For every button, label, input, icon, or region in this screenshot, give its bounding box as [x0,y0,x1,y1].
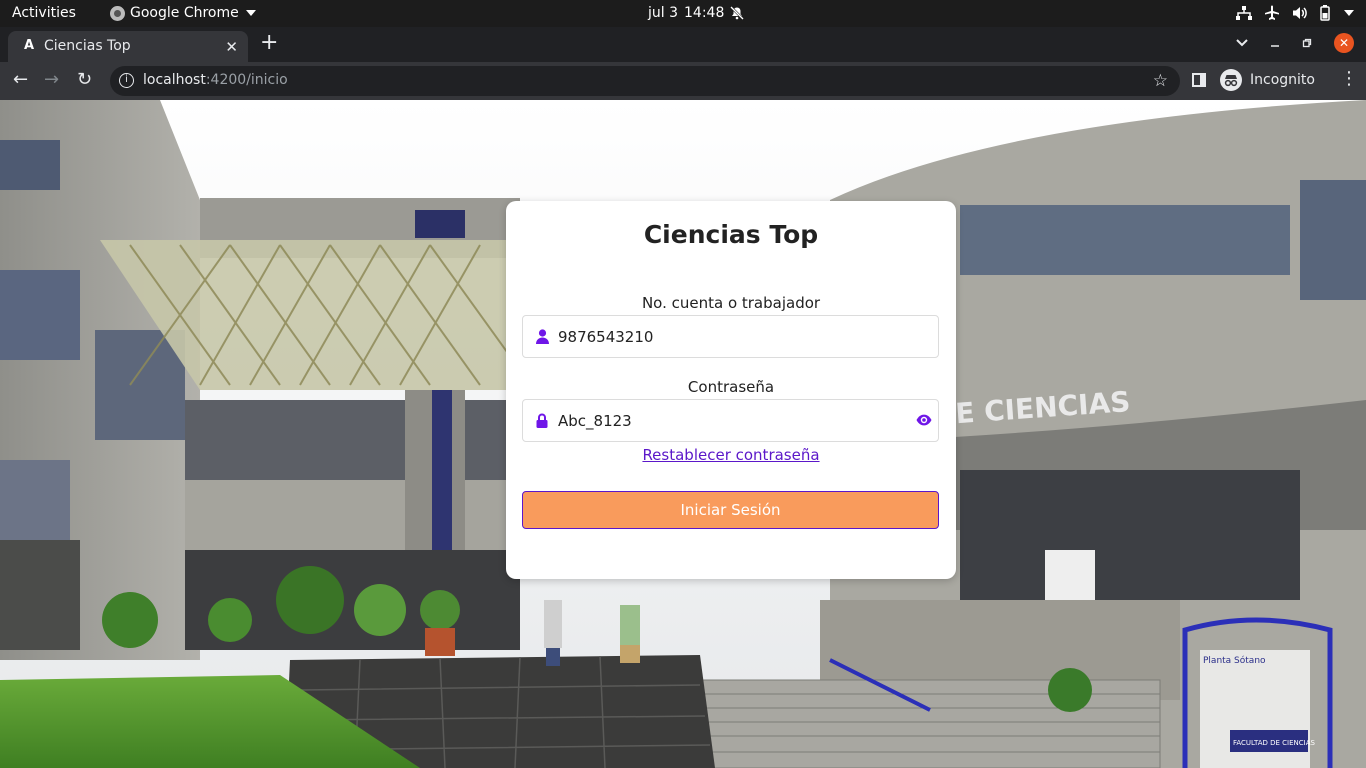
login-card: Ciencias Top No. cuenta o trabajador 987… [506,201,956,579]
new-tab-button[interactable]: + [260,32,278,54]
floor-sign-text: Planta Sótano [1203,655,1266,666]
battery-icon [1320,5,1330,21]
window-controls: ✕ [1236,33,1354,53]
restore-icon[interactable] [1302,38,1312,48]
user-icon [536,329,549,344]
tab-title: Ciencias Top [44,38,131,54]
account-field-value: 9876543210 [558,328,654,346]
login-title: Ciencias Top [643,220,819,249]
tab-close-icon[interactable]: ✕ [225,38,238,56]
notifications-muted-icon [730,6,745,20]
page-viewport: E CIENCIAS Planta Sótano FACULTAD DE CIE… [0,100,1366,768]
airplane-mode-icon [1265,5,1279,20]
login-submit-button[interactable]: Iniciar Sesión [522,491,939,529]
eye-icon[interactable] [916,414,932,426]
incognito-label: Incognito [1250,72,1315,88]
site-info-icon[interactable]: i [119,73,134,88]
clock-time: 14:48 [684,5,725,21]
lock-icon [536,413,548,428]
clock[interactable]: jul 3 14:48 [648,5,745,21]
account-field[interactable]: 9876543210 [522,315,939,358]
app-menu[interactable]: Google Chrome [110,5,256,21]
activities-button[interactable]: Activities [12,5,76,21]
chrome-icon [110,5,125,21]
side-panel-icon[interactable] [1192,73,1206,87]
chevron-down-icon [245,10,256,16]
password-field[interactable]: Abc_8123 [522,399,939,442]
incognito-profile-button[interactable]: Incognito [1220,69,1315,91]
app-menu-label: Google Chrome [130,5,239,21]
url-host: localhost [143,72,206,88]
window-close-icon[interactable]: ✕ [1334,33,1354,53]
account-label: No. cuenta o trabajador [641,294,821,312]
clock-date: jul 3 [648,5,679,21]
system-top-bar: Activities Google Chrome jul 3 14:48 [0,0,1366,27]
forward-arrow-icon[interactable]: → [44,70,59,90]
tab-search-chevron-icon[interactable] [1236,39,1248,47]
tab-ciencias-top[interactable]: A Ciencias Top ✕ [8,31,248,62]
password-field-value: Abc_8123 [558,412,632,430]
system-tray[interactable] [1236,5,1354,21]
chrome-menu-icon[interactable]: ⋮ [1340,70,1358,88]
back-arrow-icon[interactable]: ← [13,70,28,90]
volume-icon [1293,7,1307,19]
reload-icon[interactable]: ↻ [77,70,92,90]
incognito-icon [1220,69,1242,91]
reset-password-link[interactable]: Restablecer contraseña [506,446,956,464]
angular-favicon-icon: A [23,38,35,53]
url-path: :4200/inicio [205,72,288,88]
browser-toolbar: ← → ↻ i localhost:4200/inicio ☆ Incognit… [0,62,1366,100]
tab-strip: A Ciencias Top ✕ + ✕ [0,27,1366,62]
minimize-icon[interactable] [1270,38,1280,48]
url-text: localhost:4200/inicio [143,72,288,88]
address-bar[interactable]: i localhost:4200/inicio ☆ [110,66,1180,96]
bookmark-star-icon[interactable]: ☆ [1153,71,1168,91]
network-icon [1236,6,1252,20]
password-label: Contraseña [687,378,775,396]
plaque-text: FACULTAD DE CIENCIAS [1233,739,1316,747]
system-menu-chevron-icon [1344,10,1354,16]
